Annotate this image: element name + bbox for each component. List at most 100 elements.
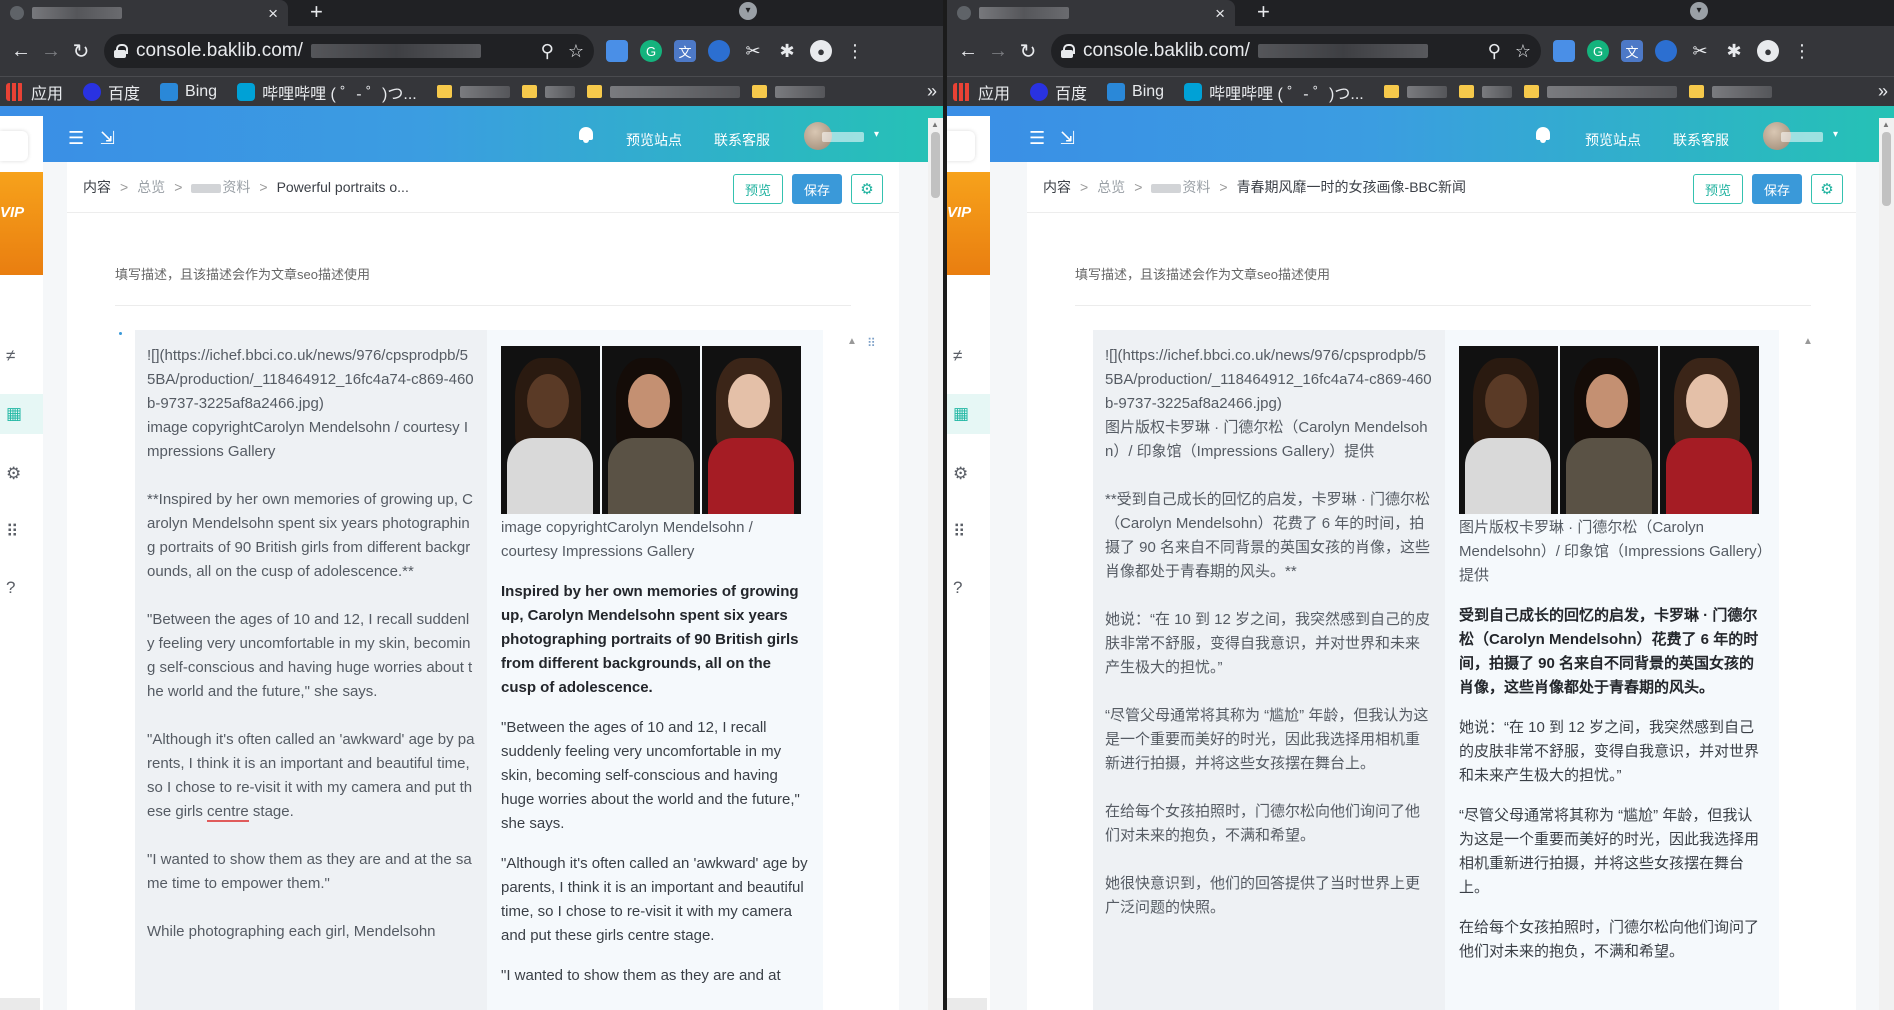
reload-button[interactable]: ↻	[1013, 36, 1043, 66]
seo-description-input[interactable]: 填写描述，且该描述会作为文章seo描述使用	[115, 264, 370, 283]
horizontal-scrollbar[interactable]	[947, 998, 987, 1010]
bookmark-redacted[interactable]	[544, 85, 575, 98]
bookmark-redacted[interactable]	[1481, 85, 1512, 98]
grammarly-icon[interactable]: G	[1587, 40, 1609, 62]
translate-icon[interactable]: 文	[674, 40, 696, 62]
contact-support-link[interactable]: 联系客服	[714, 130, 770, 150]
star-icon[interactable]: ☆	[568, 41, 584, 62]
sidebar-item-apps[interactable]: ⠿	[0, 512, 43, 552]
sidebar-item-help[interactable]: ?	[0, 568, 43, 608]
tab-search-icon[interactable]: ▾	[739, 2, 757, 20]
extension-icon[interactable]	[606, 40, 628, 62]
scroll-up-arrow[interactable]: ▲	[931, 120, 939, 129]
scroll-up-arrow[interactable]: ▲	[1882, 120, 1890, 129]
folder-icon[interactable]	[1523, 85, 1539, 98]
sidebar-item-content[interactable]: ▦	[0, 394, 43, 434]
bookmark-redacted[interactable]	[1546, 85, 1677, 98]
sidebar-item-settings[interactable]: ⚙	[0, 454, 43, 494]
profile-icon[interactable]: ●	[810, 40, 832, 62]
translate-icon[interactable]: 文	[1621, 40, 1643, 62]
close-icon[interactable]: ×	[268, 5, 278, 22]
breadcrumb-folder[interactable]: 资料	[191, 177, 250, 197]
folder-icon[interactable]	[521, 85, 537, 98]
preview-button[interactable]: 预览	[1693, 174, 1744, 204]
sidebar-item-content[interactable]: ▦	[947, 394, 990, 434]
breadcrumb-root[interactable]: 内容	[1043, 177, 1071, 197]
bell-icon[interactable]	[1535, 126, 1551, 144]
bookmark-baidu[interactable]: 百度	[83, 80, 140, 104]
chevron-down-icon[interactable]: ▾	[1833, 129, 1838, 140]
preview-site-link[interactable]: 预览站点	[626, 130, 682, 150]
settings-button[interactable]: ⚙	[851, 174, 883, 204]
window-scrollbar[interactable]: ▲	[1879, 118, 1894, 1010]
sidebar-item-help[interactable]: ?	[947, 568, 990, 608]
scrollbar-thumb[interactable]	[931, 132, 940, 198]
save-button[interactable]: 保存	[792, 174, 843, 204]
new-tab-button[interactable]: +	[1257, 1, 1270, 23]
forward-button[interactable]: →	[983, 36, 1013, 66]
contact-support-link[interactable]: 联系客服	[1673, 130, 1729, 150]
window-scrollbar[interactable]: ▲	[928, 118, 943, 1010]
puzzle-icon[interactable]: ✱	[1723, 40, 1745, 62]
username-redacted[interactable]	[822, 132, 864, 142]
breadcrumb-overview[interactable]: 总览	[137, 177, 165, 197]
markdown-source[interactable]: ![](https://ichef.bbci.co.uk/news/976/cp…	[135, 330, 487, 1010]
sidebar-item-structure[interactable]: ≠	[0, 336, 43, 376]
extension-icon[interactable]	[1553, 40, 1575, 62]
bookmark-apps[interactable]: 应用	[6, 80, 63, 104]
browser-tab[interactable]: ×	[947, 0, 1235, 26]
save-button[interactable]: 保存	[1752, 174, 1803, 204]
folder-icon[interactable]	[586, 85, 602, 98]
profile-icon[interactable]: ●	[1757, 40, 1779, 62]
forward-button[interactable]: →	[36, 36, 66, 66]
browser-tab[interactable]: ×	[0, 0, 288, 26]
breadcrumb-root[interactable]: 内容	[83, 177, 111, 197]
tab-search-icon[interactable]: ▾	[1690, 2, 1708, 20]
bookmark-bing[interactable]: Bing	[160, 82, 217, 101]
vip-badge[interactable]: VIP	[947, 172, 990, 275]
seo-description-input[interactable]: 填写描述，且该描述会作为文章seo描述使用	[1075, 264, 1330, 283]
sidebar-item-structure[interactable]: ≠	[947, 336, 990, 376]
username-redacted[interactable]	[1781, 132, 1823, 142]
back-button[interactable]: ←	[953, 36, 983, 66]
bookmark-bing[interactable]: Bing	[1107, 82, 1164, 101]
address-bar[interactable]: console.baklib.com/ ⚲ ☆	[104, 34, 594, 68]
bookmark-redacted[interactable]	[1711, 85, 1772, 98]
menu-icon[interactable]: ☰	[68, 128, 84, 149]
bell-icon[interactable]	[578, 126, 594, 144]
folder-icon[interactable]	[1458, 85, 1474, 98]
chevron-down-icon[interactable]: ▾	[874, 129, 879, 140]
preview-button[interactable]: 预览	[733, 174, 784, 204]
bookmark-bilibili[interactable]: 哔哩哔哩 ( ゜- ゜)つ...	[237, 80, 417, 104]
preview-site-link[interactable]: 预览站点	[1585, 130, 1641, 150]
spellcheck-word[interactable]: centre	[207, 803, 249, 822]
puzzle-icon[interactable]: ✱	[776, 40, 798, 62]
settings-button[interactable]: ⚙	[1811, 174, 1843, 204]
back-button[interactable]: ←	[6, 36, 36, 66]
logo[interactable]	[947, 131, 975, 161]
folder-icon[interactable]	[751, 85, 767, 98]
menu-icon[interactable]: ☰	[1029, 128, 1045, 149]
grammarly-icon[interactable]: G	[640, 40, 662, 62]
markdown-source[interactable]: ![](https://ichef.bbci.co.uk/news/976/cp…	[1093, 330, 1445, 1010]
vip-badge[interactable]: VIP	[0, 172, 43, 275]
bookmark-baidu[interactable]: 百度	[1030, 80, 1087, 104]
scissors-icon[interactable]: ✂	[1689, 40, 1711, 62]
scissors-icon[interactable]: ✂	[742, 40, 764, 62]
bookmark-apps[interactable]: 应用	[953, 80, 1010, 104]
bookmark-redacted[interactable]	[774, 85, 825, 98]
kebab-menu-icon[interactable]: ⋮	[844, 40, 866, 62]
bookmark-redacted[interactable]	[459, 85, 510, 98]
folder-icon[interactable]	[1383, 85, 1399, 98]
breadcrumb-overview[interactable]: 总览	[1097, 177, 1125, 197]
folder-icon[interactable]	[1688, 85, 1704, 98]
globe-extension-icon[interactable]	[708, 40, 730, 62]
logo[interactable]	[0, 131, 28, 161]
folder-icon[interactable]	[436, 85, 452, 98]
sidebar-item-apps[interactable]: ⠿	[947, 512, 990, 552]
star-icon[interactable]: ☆	[1515, 41, 1531, 62]
new-tab-button[interactable]: +	[310, 1, 323, 23]
scroll-up-icon[interactable]: ▲	[1803, 336, 1813, 347]
kebab-menu-icon[interactable]: ⋮	[1791, 40, 1813, 62]
bookmark-redacted[interactable]	[609, 85, 740, 98]
